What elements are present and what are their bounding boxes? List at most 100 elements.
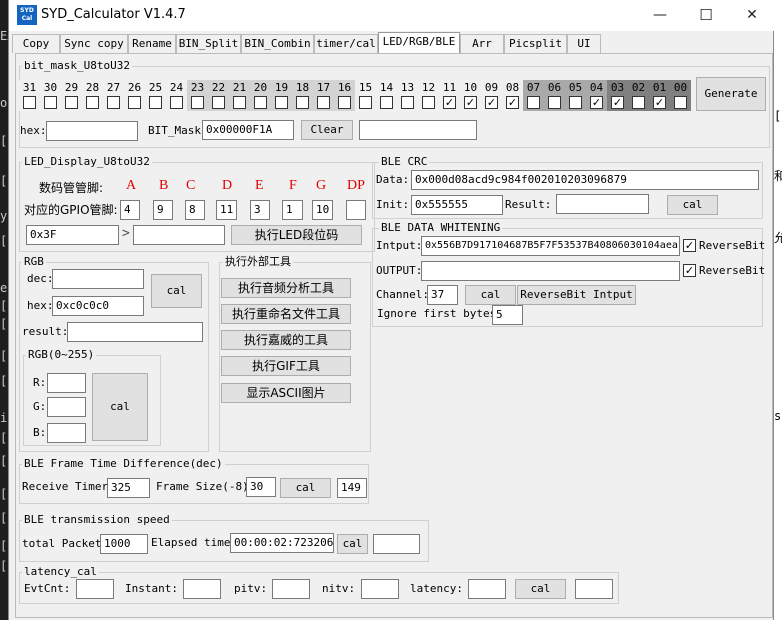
tab-bin-combin[interactable]: BIN_Combin (241, 34, 314, 53)
evtcnt-input[interactable] (76, 579, 114, 599)
result-input[interactable] (67, 322, 203, 342)
channel-input[interactable]: 37 (427, 285, 458, 305)
jiawei-tool-button[interactable]: 执行嘉威的工具 (221, 330, 351, 350)
g-input[interactable] (47, 397, 86, 417)
gpio-b-input[interactable]: 9 (153, 200, 173, 220)
gpio-f-input[interactable]: 1 (282, 200, 303, 220)
bit-checkbox-15[interactable] (359, 96, 372, 109)
bit-checkbox-09[interactable]: ✓ (485, 96, 498, 109)
bit-checkbox-29[interactable] (65, 96, 78, 109)
rename-tool-button[interactable]: 执行重命名文件工具 (221, 304, 351, 324)
reverse2-checkbox[interactable]: ✓ (683, 264, 696, 277)
bit-checkbox-24[interactable] (170, 96, 183, 109)
bit-checkbox-28[interactable] (86, 96, 99, 109)
bitmask-input[interactable]: 0x00000F1A (202, 120, 294, 140)
dec-input[interactable] (52, 269, 144, 289)
nitv-input[interactable] (361, 579, 399, 599)
bit-checkbox-25[interactable] (149, 96, 162, 109)
bit-checkbox-19[interactable] (275, 96, 288, 109)
clear-button[interactable]: Clear (301, 120, 353, 140)
bit-checkbox-26[interactable] (128, 96, 141, 109)
rgb-cal-button[interactable]: cal (151, 274, 202, 308)
gpio-a-input[interactable]: 4 (120, 200, 140, 220)
maximize-button[interactable]: ☐ (683, 0, 729, 31)
whitening-cal-button[interactable]: cal (465, 285, 516, 305)
bit-checkbox-11[interactable]: ✓ (443, 96, 456, 109)
crc-data-input[interactable]: 0x000d08acd9c984f002010203096879 (411, 170, 759, 190)
bit-checkbox-18[interactable] (296, 96, 309, 109)
gpio-d-input[interactable]: 11 (216, 200, 237, 220)
latency-input[interactable] (468, 579, 506, 599)
crc-result-input[interactable] (556, 194, 649, 214)
bit-checkbox-10[interactable]: ✓ (464, 96, 477, 109)
bit-checkbox-00[interactable] (674, 96, 687, 109)
bitmask-extra-input[interactable] (359, 120, 477, 140)
bit-checkbox-22[interactable] (212, 96, 225, 109)
ignore-input[interactable]: 5 (492, 305, 523, 325)
b-input[interactable] (47, 423, 86, 443)
receive-input[interactable]: 325 (107, 478, 150, 498)
bit-checkbox-16[interactable] (338, 96, 351, 109)
minimize-button[interactable]: — (637, 0, 683, 31)
ascii-tool-button[interactable]: 显示ASCII图片 (221, 383, 351, 403)
led-output[interactable] (133, 225, 225, 245)
bit-checkbox-06[interactable] (548, 96, 561, 109)
tab-ui[interactable]: UI (567, 34, 601, 53)
elapsed-input[interactable]: 00:00:02:723206 (230, 533, 334, 553)
tab-arr[interactable]: Arr (460, 34, 504, 53)
tab-bin-split[interactable]: BIN_Split (176, 34, 241, 53)
gpio-c-input[interactable]: 8 (185, 200, 205, 220)
gpio-g-input[interactable]: 10 (312, 200, 333, 220)
reverse1-checkbox[interactable]: ✓ (683, 239, 696, 252)
crc-cal-button[interactable]: cal (667, 195, 718, 215)
pitv-input[interactable] (272, 579, 310, 599)
bit-checkbox-14[interactable] (380, 96, 393, 109)
latency-result[interactable] (575, 579, 613, 599)
tab-sync-copy[interactable]: Sync copy (60, 34, 128, 53)
audio-tool-button[interactable]: 执行音频分析工具 (221, 278, 351, 298)
frame-cal-button[interactable]: cal (280, 478, 331, 498)
rgb-hex-input[interactable]: 0xc0c0c0 (52, 296, 144, 316)
exec-led-button[interactable]: 执行LED段位码 (231, 225, 362, 245)
tab-led-rgb-ble[interactable]: LED/RGB/BLE (378, 32, 460, 54)
bit-checkbox-05[interactable] (569, 96, 582, 109)
rgb-cal2-button[interactable]: cal (92, 373, 148, 441)
bit-checkbox-12[interactable] (422, 96, 435, 109)
bit-checkbox-13[interactable] (401, 96, 414, 109)
tab-picsplit[interactable]: Picsplit (504, 34, 567, 53)
packet-input[interactable]: 1000 (100, 534, 148, 554)
r-input[interactable] (47, 373, 86, 393)
tab-copy[interactable]: Copy (12, 34, 60, 53)
bit-checkbox-21[interactable] (233, 96, 246, 109)
tab-rename[interactable]: Rename (128, 34, 176, 53)
speed-result[interactable] (373, 534, 420, 554)
instant-input[interactable] (183, 579, 221, 599)
bit-checkbox-01[interactable]: ✓ (653, 96, 666, 109)
title-bar[interactable]: SYD Cal SYD_Calculator V1.4.7 — ☐ ✕ (9, 0, 775, 31)
bit-checkbox-31[interactable] (23, 96, 36, 109)
gif-tool-button[interactable]: 执行GIF工具 (221, 356, 351, 376)
close-button[interactable]: ✕ (729, 0, 775, 31)
tab-timer-cal[interactable]: timer/cal (314, 34, 378, 53)
gpio-e-input[interactable]: 3 (250, 200, 270, 220)
hex-input[interactable] (46, 121, 138, 141)
frame-result[interactable]: 149 (337, 478, 367, 498)
whitening-output[interactable] (421, 261, 680, 281)
bit-checkbox-07[interactable] (527, 96, 540, 109)
generate-button[interactable]: Generate (696, 77, 766, 111)
frame-size-input[interactable]: 30 (246, 477, 276, 497)
bit-checkbox-30[interactable] (44, 96, 57, 109)
bit-checkbox-23[interactable] (191, 96, 204, 109)
whitening-input[interactable]: 0x556B7D917104687B5F7F53537B40806030104a… (421, 236, 680, 256)
bit-checkbox-03[interactable]: ✓ (611, 96, 624, 109)
gpio-dp-input[interactable] (346, 200, 366, 220)
latency-cal-button[interactable]: cal (515, 579, 566, 599)
bit-checkbox-04[interactable]: ✓ (590, 96, 603, 109)
bit-checkbox-02[interactable] (632, 96, 645, 109)
crc-init-input[interactable]: 0x555555 (411, 195, 503, 215)
reverse-input-button[interactable]: ReverseBit Intput (517, 285, 636, 305)
bit-checkbox-20[interactable] (254, 96, 267, 109)
bit-checkbox-17[interactable] (317, 96, 330, 109)
led-input[interactable]: 0x3F (26, 225, 119, 245)
bit-checkbox-27[interactable] (107, 96, 120, 109)
